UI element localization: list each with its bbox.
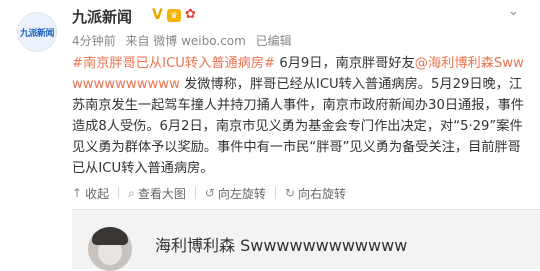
collapse-label: 收起 [85,186,110,201]
rotate-right-icon: ↻ [284,186,295,200]
quoted-user-avatar[interactable] [88,227,132,271]
post-text: #南京胖哥已从ICU转入普通病房# 6月9日，南京胖哥好友@海利博利森Swwww… [72,53,530,179]
divider [194,187,196,199]
member-icon: ♛ [167,9,181,22]
author-avatar[interactable]: 九派新闻 [17,12,57,52]
collapse-icon: ↑ [72,186,83,200]
divider [274,187,276,199]
post-source[interactable]: 来自 微博 weibo.com [125,34,245,48]
gift-icon: ✿ [185,7,196,22]
view-large-button[interactable]: ⌕ 查看大图 [128,185,186,202]
edited-label: 已编辑 [255,34,292,48]
zoom-icon: ⌕ [128,185,135,200]
avatar-hair-shape [92,227,128,245]
avatar-logo-text: 九派新闻 [19,28,55,39]
collapse-button[interactable]: ↑ 收起 [72,185,109,202]
view-large-label: 查看大图 [137,186,186,201]
author-name[interactable]: 九派新闻 [72,6,132,27]
image-action-bar: ↑ 收起 ⌕ 查看大图 ↺ 向左旋转 ↻ 向右旋转 [72,183,402,203]
quoted-user-name[interactable]: 海利博利森 Swwwwwwwwwwww [155,232,407,256]
chevron-down-icon[interactable]: ⌄ [508,4,519,19]
verified-icon: V [152,7,163,23]
rotate-left-label: 向左旋转 [217,186,266,201]
divider [118,187,120,199]
rotate-left-button[interactable]: ↺ 向左旋转 [205,185,266,202]
post-time[interactable]: 4分钟前 [72,34,116,48]
rotate-right-button[interactable]: ↻ 向右旋转 [285,185,346,202]
rotate-left-icon: ↺ [204,186,215,200]
post-meta: 4分钟前 来自 微博 weibo.com 已编辑 [72,32,298,49]
quoted-user-card[interactable]: 海利博利森 Swwwwwwwwwwww [72,209,540,271]
post-text-part-1: 6月9日，南京胖哥好友 [279,56,415,71]
topic-link[interactable]: #南京胖哥已从ICU转入普通病房# [72,56,275,71]
rotate-right-label: 向右旋转 [297,186,346,201]
